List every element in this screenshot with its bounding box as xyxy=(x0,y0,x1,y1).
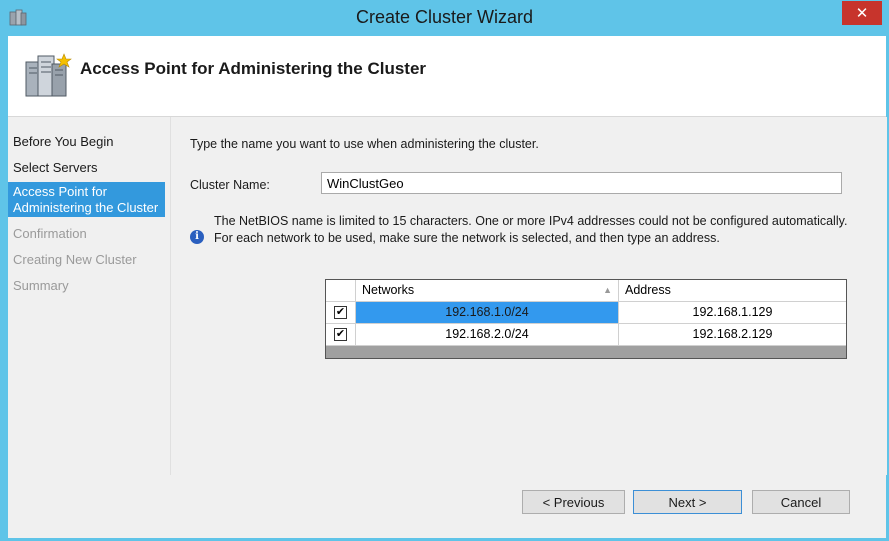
cluster-name-input[interactable] xyxy=(321,172,842,194)
window-title: Create Cluster Wizard xyxy=(355,7,534,27)
wizard-header: Access Point for Administering the Clust… xyxy=(8,36,886,117)
wizard-steps-nav: Before You Begin Select Servers Access P… xyxy=(8,117,165,538)
row-check-cell: ✔ xyxy=(326,302,356,324)
grid-header-row: Networks ▲ Address xyxy=(326,280,846,302)
page-title: Access Point for Administering the Clust… xyxy=(80,59,427,78)
wizard-content: Type the name you want to use when admin… xyxy=(170,117,887,475)
title-bar[interactable]: Create Cluster Wizard ✕ xyxy=(0,0,889,36)
networks-grid: Networks ▲ Address ✔ 192.168.1.0/24 192.… xyxy=(325,279,847,359)
network-cell[interactable]: 192.168.1.0/24 xyxy=(356,302,619,324)
column-header-address[interactable]: Address xyxy=(619,280,846,302)
instructions-text: Type the name you want to use when admin… xyxy=(190,137,539,151)
network-checkbox[interactable]: ✔ xyxy=(334,328,347,341)
wizard-window: Create Cluster Wizard ✕ Access Point for… xyxy=(0,0,889,541)
info-message: The NetBIOS name is limited to 15 charac… xyxy=(214,214,848,245)
table-row[interactable]: ✔ 192.168.2.0/24 192.168.2.129 xyxy=(326,324,846,346)
nav-step-select-servers[interactable]: Select Servers xyxy=(8,160,165,176)
table-row[interactable]: ✔ 192.168.1.0/24 192.168.1.129 xyxy=(326,302,846,324)
nav-step-creating-new-cluster: Creating New Cluster xyxy=(13,252,137,267)
column-header-networks[interactable]: Networks ▲ xyxy=(356,280,619,302)
info-icon: i xyxy=(190,230,204,244)
cancel-button[interactable]: Cancel xyxy=(752,490,850,514)
close-icon: ✕ xyxy=(855,5,869,22)
previous-button[interactable]: < Previous xyxy=(522,490,625,514)
nav-step-before-you-begin[interactable]: Before You Begin xyxy=(8,134,165,150)
next-button[interactable]: Next > xyxy=(633,490,742,514)
network-cell[interactable]: 192.168.2.0/24 xyxy=(356,324,619,346)
address-cell[interactable]: 192.168.2.129 xyxy=(619,324,846,346)
sort-ascending-icon: ▲ xyxy=(603,285,612,295)
address-cell[interactable]: 192.168.1.129 xyxy=(619,302,846,324)
close-button[interactable]: ✕ xyxy=(842,1,882,25)
nav-step-access-point[interactable]: Access Point for Administering the Clust… xyxy=(8,182,165,217)
cluster-name-label: Cluster Name: xyxy=(190,178,270,192)
cluster-servers-icon xyxy=(25,53,72,97)
nav-step-summary: Summary xyxy=(13,278,69,293)
nav-step-confirmation: Confirmation xyxy=(13,226,87,241)
network-checkbox[interactable]: ✔ xyxy=(334,306,347,319)
header-check-column xyxy=(326,280,356,302)
row-check-cell: ✔ xyxy=(326,324,356,346)
wizard-body: Before You Begin Select Servers Access P… xyxy=(8,117,887,538)
